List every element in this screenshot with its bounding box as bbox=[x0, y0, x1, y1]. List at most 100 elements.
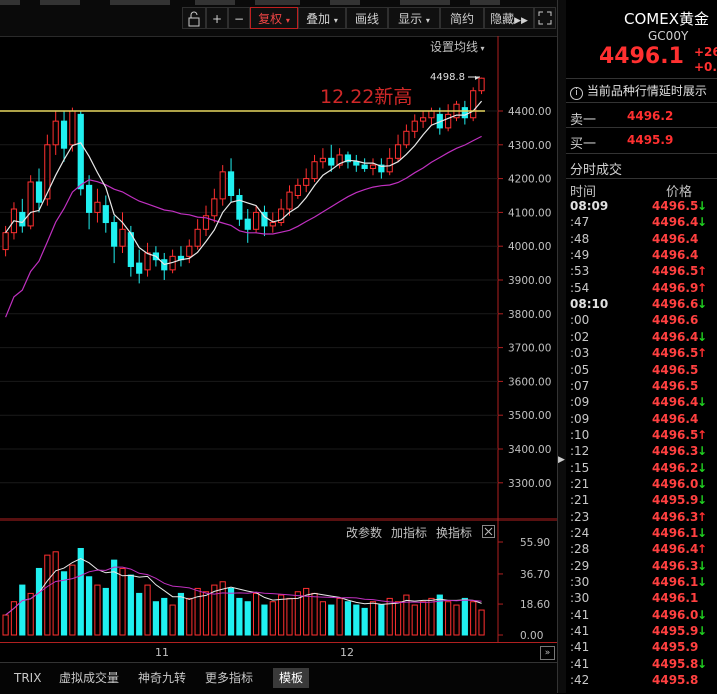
candlestick bbox=[136, 249, 143, 284]
tick-time: :00 bbox=[570, 313, 590, 328]
top-menu-fragment bbox=[0, 0, 20, 5]
volume-bar bbox=[186, 597, 193, 636]
candlestick bbox=[353, 154, 360, 172]
candlestick bbox=[27, 175, 34, 230]
volume-bar bbox=[202, 591, 210, 636]
fullscreen-button[interactable] bbox=[534, 7, 556, 29]
tick-price: 4495.9 bbox=[652, 493, 699, 508]
arrow-right-icon: ▸ bbox=[475, 73, 479, 82]
arrow-down-icon: ↓ bbox=[697, 526, 708, 540]
volume-bar bbox=[52, 551, 59, 636]
tick-price: 4496.4 bbox=[652, 231, 699, 246]
x-label-dec: 12 bbox=[340, 646, 354, 659]
arrow-down-icon: ↓ bbox=[697, 460, 708, 475]
tab-virtual-volume[interactable]: 虚拟成交量 bbox=[53, 668, 125, 688]
tab-more-indicators[interactable]: 更多指标 bbox=[199, 668, 259, 688]
trade-tick-row: :28 4496.4 ↑ bbox=[566, 542, 717, 558]
tick-price: 4496.5 bbox=[652, 362, 699, 377]
trade-tick-row: :24 4496.1 ↓ bbox=[566, 526, 717, 542]
candlestick bbox=[111, 215, 118, 264]
candlestick bbox=[369, 158, 377, 176]
trade-tick-row: :48 4496.4 bbox=[566, 232, 717, 248]
tick-price: 4496.4 bbox=[652, 329, 699, 344]
volume-bar bbox=[177, 592, 185, 636]
arrow-down-icon: ↓ bbox=[697, 297, 708, 312]
date-axis: 11 12 » bbox=[0, 642, 557, 663]
collapse-arrow-icon[interactable]: ▶ bbox=[558, 452, 565, 468]
candlestick bbox=[52, 111, 59, 155]
candlestick bbox=[86, 175, 93, 230]
volume-bar bbox=[127, 574, 134, 636]
y-axis-label: 4100.00 bbox=[508, 207, 551, 219]
candlestick bbox=[236, 188, 243, 226]
zoom-out-button[interactable]: − bbox=[228, 7, 250, 29]
xianshi-dropdown[interactable]: 显示 ▾ bbox=[388, 7, 440, 29]
scroll-right-button[interactable]: » bbox=[540, 646, 555, 660]
candlestick-chart[interactable]: 4400.00 4300.00 4200.00 4100.00 4000.00 3900.… bbox=[0, 36, 557, 520]
ma5-line bbox=[5, 100, 483, 266]
fuquan-dropdown[interactable]: 复权 ▾ bbox=[250, 7, 298, 29]
y-axis-label: 3900.00 bbox=[508, 275, 551, 287]
ma-settings-button[interactable]: 设置均线 ▾ bbox=[430, 38, 485, 55]
volume-bar bbox=[152, 601, 160, 636]
tick-time: :41 bbox=[570, 656, 590, 671]
candlestick bbox=[227, 158, 235, 203]
add-indicator-button[interactable]: 加指标 bbox=[391, 524, 427, 541]
volume-y-label: 18.60 bbox=[520, 599, 550, 611]
volume-bar bbox=[136, 592, 143, 636]
zoom-in-button[interactable]: + bbox=[206, 7, 228, 29]
arrow-down-icon: ↓ bbox=[697, 476, 708, 491]
volume-bar bbox=[361, 607, 368, 636]
volume-chart[interactable]: 55.90 36.70 18.60 0.00 改参数 加指标 换指标 bbox=[0, 519, 557, 642]
trade-tick-row: :41 4495.8 ↓ bbox=[566, 657, 717, 673]
diejia-dropdown[interactable]: 叠加 ▾ bbox=[298, 7, 346, 29]
tick-price: 4495.8 bbox=[652, 656, 699, 671]
tab-template[interactable]: 模板 bbox=[273, 668, 310, 688]
lock-button[interactable] bbox=[182, 7, 206, 29]
volume-bar bbox=[77, 547, 84, 636]
tick-price: 4496.6 bbox=[652, 313, 699, 328]
tick-price: 4496.5 bbox=[652, 427, 699, 442]
tick-price: 4496.3 bbox=[652, 509, 699, 524]
top-menu-fragment bbox=[40, 0, 80, 5]
yincang-label: 隐藏 bbox=[490, 12, 515, 26]
tick-time: :47 bbox=[570, 215, 590, 230]
candlestick bbox=[461, 100, 468, 125]
y-axis-label: 4400.00 bbox=[508, 106, 551, 118]
volume-bar bbox=[253, 592, 260, 636]
tick-time: :29 bbox=[570, 558, 590, 573]
tick-price: 4496.1 bbox=[652, 526, 699, 540]
y-axis-label: 3400.00 bbox=[508, 444, 551, 456]
tab-trix[interactable]: TRIX bbox=[8, 668, 47, 688]
tab-magic-nine[interactable]: 神奇九转 bbox=[132, 668, 192, 688]
y-axis-label: 3700.00 bbox=[508, 343, 551, 355]
candlestick bbox=[119, 212, 126, 253]
lock-icon bbox=[188, 11, 200, 27]
volume-bar bbox=[269, 601, 276, 636]
trade-tick-row: :07 4496.5 bbox=[566, 379, 717, 395]
trade-detail-title: 分时成交 bbox=[570, 163, 623, 178]
trade-tick-row: :54 4496.9 ↑ bbox=[566, 281, 717, 297]
chevron-down-icon: ▾ bbox=[425, 16, 430, 25]
tick-time: 08:10 bbox=[570, 297, 609, 312]
arrow-up-icon: ↑ bbox=[697, 509, 708, 524]
volume-bar bbox=[60, 571, 68, 636]
tick-time: :12 bbox=[570, 444, 590, 459]
chevron-down-icon: ▾ bbox=[285, 16, 290, 25]
trade-tick-row: :03 4496.5 ↑ bbox=[566, 346, 717, 362]
tick-price: 4495.9 bbox=[652, 640, 699, 655]
close-indicator-button[interactable] bbox=[482, 525, 495, 538]
buy1-label: 买一 bbox=[570, 137, 597, 152]
volume-bar bbox=[353, 604, 360, 636]
col-time-header: 时间 bbox=[570, 185, 597, 200]
yincang-button[interactable]: 隐藏▶▶ bbox=[484, 7, 534, 29]
volume-bar bbox=[278, 594, 285, 636]
arrow-down-icon: ↓ bbox=[697, 215, 708, 230]
arrow-down-icon: ↓ bbox=[697, 395, 708, 410]
volume-bar bbox=[244, 601, 251, 636]
switch-indicator-button[interactable]: 换指标 bbox=[436, 524, 472, 541]
jianyue-button[interactable]: 简约 bbox=[440, 7, 484, 29]
change-params-button[interactable]: 改参数 bbox=[346, 524, 382, 541]
delay-notice-text: 当前品种行情延时展示 bbox=[586, 84, 707, 98]
huaxian-button[interactable]: 画线 bbox=[346, 7, 388, 29]
